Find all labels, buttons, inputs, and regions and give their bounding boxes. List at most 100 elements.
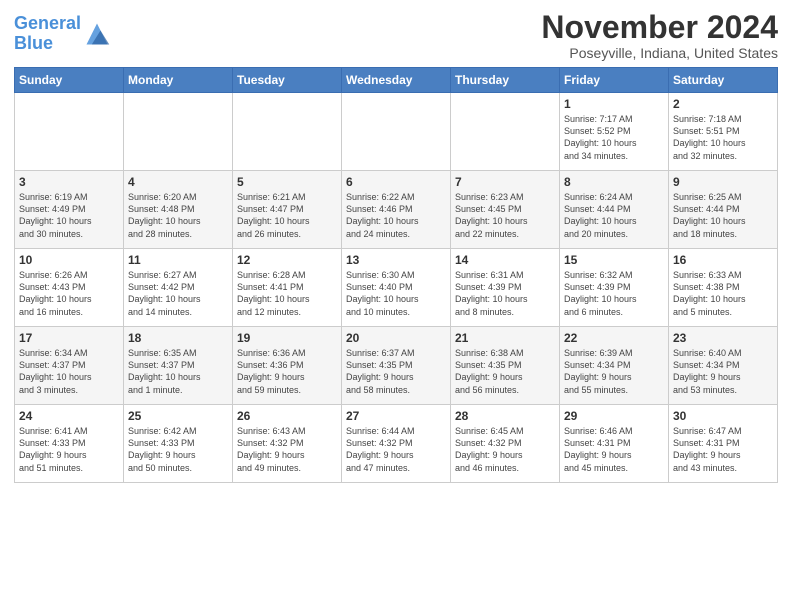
day-cell: 9 Sunrise: 6:25 AM Sunset: 4:44 PM Daylig… (669, 171, 778, 249)
day-cell: 10 Sunrise: 6:26 AM Sunset: 4:43 PM Dayli… (15, 249, 124, 327)
day-number: 9 (673, 175, 773, 189)
day-info: Sunrise: 6:33 AM Sunset: 4:38 PM Dayligh… (673, 269, 773, 318)
day-info: Sunrise: 6:34 AM Sunset: 4:37 PM Dayligh… (19, 347, 119, 396)
day-info: Sunrise: 6:42 AM Sunset: 4:33 PM Dayligh… (128, 425, 228, 474)
col-header-tuesday: Tuesday (233, 68, 342, 93)
day-cell (15, 93, 124, 171)
day-number: 1 (564, 97, 664, 111)
day-number: 7 (455, 175, 555, 189)
day-cell: 23Sunrise: 6:40 AM Sunset: 4:34 PM Dayli… (669, 327, 778, 405)
week-row-3: 10 Sunrise: 6:26 AM Sunset: 4:43 PM Dayli… (15, 249, 778, 327)
day-cell: 20 Sunrise: 6:37 AM Sunset: 4:35 PM Dayli… (342, 327, 451, 405)
day-cell (342, 93, 451, 171)
day-number: 30 (673, 409, 773, 423)
day-info: Sunrise: 6:24 AM Sunset: 4:44 PM Dayligh… (564, 191, 664, 240)
day-cell: 21 Sunrise: 6:38 AM Sunset: 4:35 PM Dayli… (451, 327, 560, 405)
day-info: Sunrise: 6:22 AM Sunset: 4:46 PM Dayligh… (346, 191, 446, 240)
month-title: November 2024 (541, 10, 778, 45)
day-number: 20 (346, 331, 446, 345)
day-number: 21 (455, 331, 555, 345)
day-number: 25 (128, 409, 228, 423)
day-info: Sunrise: 6:44 AM Sunset: 4:32 PM Dayligh… (346, 425, 446, 474)
day-number: 14 (455, 253, 555, 267)
day-info: Sunrise: 6:19 AM Sunset: 4:49 PM Dayligh… (19, 191, 119, 240)
day-info: Sunrise: 6:39 AM Sunset: 4:34 PM Dayligh… (564, 347, 664, 396)
day-cell: 5Sunrise: 6:21 AM Sunset: 4:47 PM Daylig… (233, 171, 342, 249)
day-number: 23 (673, 331, 773, 345)
day-cell: 27 Sunrise: 6:44 AM Sunset: 4:32 PM Dayli… (342, 405, 451, 483)
day-info: Sunrise: 6:38 AM Sunset: 4:35 PM Dayligh… (455, 347, 555, 396)
week-row-5: 24 Sunrise: 6:41 AM Sunset: 4:33 PM Dayli… (15, 405, 778, 483)
day-number: 4 (128, 175, 228, 189)
day-number: 11 (128, 253, 228, 267)
day-info: Sunrise: 6:46 AM Sunset: 4:31 PM Dayligh… (564, 425, 664, 474)
day-info: Sunrise: 6:41 AM Sunset: 4:33 PM Dayligh… (19, 425, 119, 474)
day-cell: 6 Sunrise: 6:22 AM Sunset: 4:46 PM Daylig… (342, 171, 451, 249)
day-cell: 17 Sunrise: 6:34 AM Sunset: 4:37 PM Dayli… (15, 327, 124, 405)
day-cell: 24 Sunrise: 6:41 AM Sunset: 4:33 PM Dayli… (15, 405, 124, 483)
col-header-thursday: Thursday (451, 68, 560, 93)
day-cell (233, 93, 342, 171)
col-header-monday: Monday (124, 68, 233, 93)
day-info: Sunrise: 6:37 AM Sunset: 4:35 PM Dayligh… (346, 347, 446, 396)
day-number: 22 (564, 331, 664, 345)
day-info: Sunrise: 6:36 AM Sunset: 4:36 PM Dayligh… (237, 347, 337, 396)
day-cell: 1 Sunrise: 7:17 AM Sunset: 5:52 PM Daylig… (560, 93, 669, 171)
day-cell: 30 Sunrise: 6:47 AM Sunset: 4:31 PM Dayli… (669, 405, 778, 483)
day-cell: 15 Sunrise: 6:32 AM Sunset: 4:39 PM Dayli… (560, 249, 669, 327)
day-cell (451, 93, 560, 171)
day-info: Sunrise: 6:26 AM Sunset: 4:43 PM Dayligh… (19, 269, 119, 318)
day-info: Sunrise: 7:18 AM Sunset: 5:51 PM Dayligh… (673, 113, 773, 162)
week-row-2: 3Sunrise: 6:19 AM Sunset: 4:49 PM Daylig… (15, 171, 778, 249)
day-number: 10 (19, 253, 119, 267)
day-number: 12 (237, 253, 337, 267)
day-number: 6 (346, 175, 446, 189)
day-number: 26 (237, 409, 337, 423)
col-header-friday: Friday (560, 68, 669, 93)
day-cell: 22 Sunrise: 6:39 AM Sunset: 4:34 PM Dayli… (560, 327, 669, 405)
day-number: 15 (564, 253, 664, 267)
day-number: 24 (19, 409, 119, 423)
day-cell: 12 Sunrise: 6:28 AM Sunset: 4:41 PM Dayli… (233, 249, 342, 327)
day-number: 5 (237, 175, 337, 189)
day-cell: 8Sunrise: 6:24 AM Sunset: 4:44 PM Daylig… (560, 171, 669, 249)
day-info: Sunrise: 6:45 AM Sunset: 4:32 PM Dayligh… (455, 425, 555, 474)
day-cell: 18 Sunrise: 6:35 AM Sunset: 4:37 PM Dayli… (124, 327, 233, 405)
day-info: Sunrise: 7:17 AM Sunset: 5:52 PM Dayligh… (564, 113, 664, 162)
day-info: Sunrise: 6:27 AM Sunset: 4:42 PM Dayligh… (128, 269, 228, 318)
week-row-4: 17 Sunrise: 6:34 AM Sunset: 4:37 PM Dayli… (15, 327, 778, 405)
day-cell: 28 Sunrise: 6:45 AM Sunset: 4:32 PM Dayli… (451, 405, 560, 483)
day-number: 17 (19, 331, 119, 345)
day-cell (124, 93, 233, 171)
day-cell: 26 Sunrise: 6:43 AM Sunset: 4:32 PM Dayli… (233, 405, 342, 483)
day-number: 18 (128, 331, 228, 345)
day-cell: 25 Sunrise: 6:42 AM Sunset: 4:33 PM Dayli… (124, 405, 233, 483)
day-cell: 11 Sunrise: 6:27 AM Sunset: 4:42 PM Dayli… (124, 249, 233, 327)
day-info: Sunrise: 6:43 AM Sunset: 4:32 PM Dayligh… (237, 425, 337, 474)
day-info: Sunrise: 6:31 AM Sunset: 4:39 PM Dayligh… (455, 269, 555, 318)
day-info: Sunrise: 6:20 AM Sunset: 4:48 PM Dayligh… (128, 191, 228, 240)
day-info: Sunrise: 6:25 AM Sunset: 4:44 PM Dayligh… (673, 191, 773, 240)
day-cell: 16 Sunrise: 6:33 AM Sunset: 4:38 PM Dayli… (669, 249, 778, 327)
day-cell: 4 Sunrise: 6:20 AM Sunset: 4:48 PM Daylig… (124, 171, 233, 249)
day-number: 27 (346, 409, 446, 423)
logo-icon (83, 20, 111, 48)
day-number: 16 (673, 253, 773, 267)
day-number: 28 (455, 409, 555, 423)
col-header-wednesday: Wednesday (342, 68, 451, 93)
day-info: Sunrise: 6:35 AM Sunset: 4:37 PM Dayligh… (128, 347, 228, 396)
week-row-1: 1 Sunrise: 7:17 AM Sunset: 5:52 PM Daylig… (15, 93, 778, 171)
day-info: Sunrise: 6:28 AM Sunset: 4:41 PM Dayligh… (237, 269, 337, 318)
day-info: Sunrise: 6:32 AM Sunset: 4:39 PM Dayligh… (564, 269, 664, 318)
col-header-sunday: Sunday (15, 68, 124, 93)
day-cell: 14 Sunrise: 6:31 AM Sunset: 4:39 PM Dayli… (451, 249, 560, 327)
header: GeneralBlue November 2024 Poseyville, In… (14, 10, 778, 61)
day-info: Sunrise: 6:30 AM Sunset: 4:40 PM Dayligh… (346, 269, 446, 318)
day-number: 19 (237, 331, 337, 345)
day-info: Sunrise: 6:47 AM Sunset: 4:31 PM Dayligh… (673, 425, 773, 474)
col-header-saturday: Saturday (669, 68, 778, 93)
logo: GeneralBlue (14, 14, 111, 54)
location-subtitle: Poseyville, Indiana, United States (541, 45, 778, 61)
day-cell: 19 Sunrise: 6:36 AM Sunset: 4:36 PM Dayli… (233, 327, 342, 405)
day-number: 29 (564, 409, 664, 423)
